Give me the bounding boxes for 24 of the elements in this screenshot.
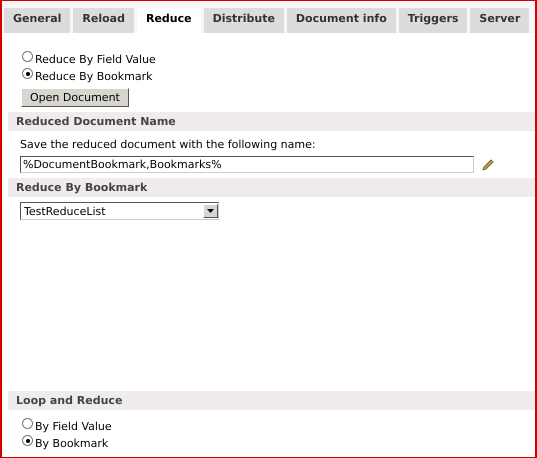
radio-label: Reduce By Bookmark — [35, 70, 152, 83]
tab[interactable]: Reduce — [136, 8, 201, 33]
pencil-icon[interactable] — [482, 158, 494, 170]
tab[interactable]: Document info — [286, 8, 396, 33]
radio-button[interactable] — [22, 51, 33, 62]
section-header: Reduce By Bookmark — [8, 178, 535, 197]
radio-label: By Field Value — [35, 420, 112, 433]
open-document-button[interactable]: Open Document — [21, 88, 129, 107]
radio-label: By Bookmark — [35, 437, 108, 450]
radio-label: Reduce By Field Value — [35, 53, 156, 66]
radio-button[interactable] — [22, 435, 33, 446]
radio-button[interactable] — [22, 68, 33, 79]
tab[interactable]: General — [4, 8, 70, 33]
tab[interactable]: Triggers — [398, 8, 468, 33]
radio-button[interactable] — [22, 418, 33, 429]
document-name-field[interactable]: %DocumentBookmark,Bookmarks% — [20, 156, 474, 173]
tab[interactable]: Distribute — [204, 8, 284, 33]
section-header: Reduced Document Name — [8, 112, 535, 131]
section-header: Loop and Reduce — [8, 391, 535, 410]
dropdown-arrow-icon — [207, 209, 214, 213]
tab[interactable]: Server — [470, 8, 530, 33]
bookmark-dropdown[interactable]: TestReduceList — [20, 202, 219, 220]
instruction-text: Save the reduced document with the following name: — [20, 138, 316, 151]
tab[interactable]: Reload — [73, 8, 134, 33]
